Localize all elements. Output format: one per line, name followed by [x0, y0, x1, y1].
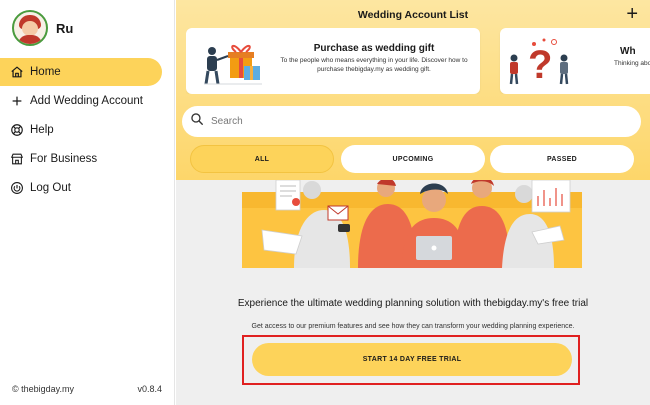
- sidebar-item-label: For Business: [30, 153, 98, 165]
- page-title: Wedding Account List: [357, 9, 469, 21]
- copyright: © thebigday.my: [12, 384, 74, 394]
- promo-headline: Experience the ultimate wedding planning…: [237, 298, 589, 309]
- promo-card-gift[interactable]: Purchase as wedding gift To the people w…: [186, 28, 480, 94]
- card-title: Purchase as wedding gift: [313, 43, 435, 54]
- start-free-trial-button[interactable]: START 14 DAY FREE TRIAL: [252, 343, 572, 376]
- search-bar[interactable]: [182, 106, 641, 137]
- sidebar-item-home[interactable]: Home: [0, 58, 162, 86]
- sidebar-item-help[interactable]: Help: [0, 116, 175, 144]
- promo-cards: Purchase as wedding gift To the people w…: [186, 28, 650, 94]
- plus-icon: [10, 94, 24, 108]
- home-icon: [10, 65, 24, 79]
- question-illustration: ?: [509, 38, 569, 87]
- sidebar-item-label: Log Out: [30, 182, 71, 194]
- tab-passed[interactable]: PASSED: [490, 145, 634, 173]
- hero-illustration: [242, 180, 582, 268]
- search-icon: [190, 112, 204, 131]
- plus-icon: +: [626, 3, 638, 25]
- sidebar-item-label: Home: [30, 66, 61, 78]
- lifebuoy-icon: [10, 123, 24, 137]
- promo-subline: Get access to our premium features and s…: [251, 323, 575, 330]
- add-account-button[interactable]: +: [626, 4, 638, 24]
- sidebar-item-label: Help: [30, 124, 54, 136]
- profile-name: Ru: [56, 20, 74, 36]
- store-icon: [10, 152, 24, 166]
- svg-text:?: ?: [528, 43, 552, 87]
- card-description: To the people who means everything in yo…: [280, 57, 468, 73]
- card-description: Thinking about goin: [614, 60, 650, 67]
- sidebar-item-log-out[interactable]: Log Out: [0, 174, 175, 202]
- sidebar-item-add-wedding-account[interactable]: Add Wedding Account: [0, 87, 175, 115]
- search-input[interactable]: [211, 116, 611, 127]
- sidebar-item-for-business[interactable]: For Business: [0, 145, 175, 173]
- main-panel: Wedding Account List + Purchase as weddi…: [176, 0, 650, 405]
- card-title: Wh: [620, 46, 636, 57]
- tab-all[interactable]: ALL: [190, 145, 334, 173]
- promo-card-question[interactable]: ? Wh Thinking about goin: [500, 28, 650, 94]
- profile[interactable]: Ru: [12, 10, 73, 46]
- filter-tabs: ALL UPCOMING PASSED: [190, 145, 640, 173]
- avatar: [12, 10, 48, 46]
- gift-illustration: [204, 45, 262, 85]
- power-icon: [10, 181, 24, 195]
- sidebar: Ru Home Add Wedding Account Help For Bus…: [0, 0, 175, 405]
- sidebar-nav: Home Add Wedding Account Help For Busine…: [0, 58, 175, 203]
- sidebar-item-label: Add Wedding Account: [30, 95, 143, 107]
- app-version: v0.8.4: [137, 384, 162, 394]
- sidebar-footer: © thebigday.my v0.8.4: [12, 384, 162, 394]
- tab-upcoming[interactable]: UPCOMING: [341, 145, 485, 173]
